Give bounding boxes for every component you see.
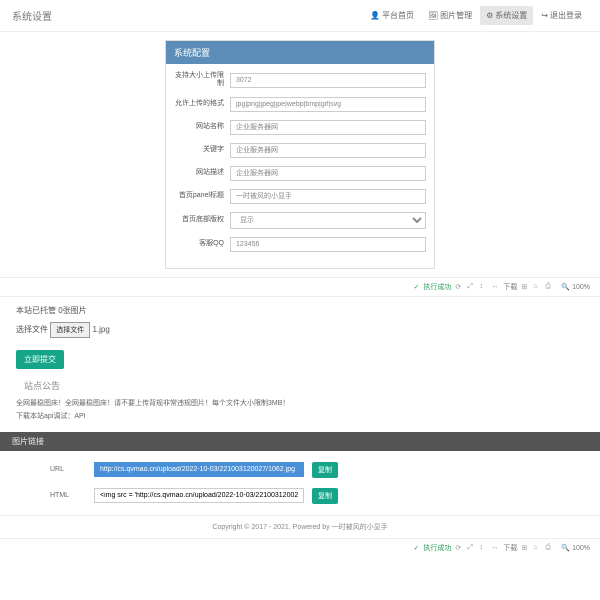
- panel-header: 系统配置: [166, 41, 434, 64]
- settings-panel: 系统配置 支持大小上传限制 允许上传的格式 网站名称 关键字 网站描述 首页pa…: [165, 40, 435, 269]
- links-bar: 图片链接: [0, 432, 600, 451]
- print-icon[interactable]: ⎙: [545, 544, 553, 552]
- logout-icon: ↪: [541, 11, 548, 20]
- choose-file-button[interactable]: 选择文件: [50, 322, 90, 338]
- copy-url-button[interactable]: 复制: [312, 462, 338, 478]
- status-text: 执行成功: [423, 543, 451, 553]
- download-label: 下载: [503, 282, 517, 292]
- expand-icon[interactable]: ⤢: [467, 283, 475, 291]
- nav-home[interactable]: 👤平台首页: [364, 6, 420, 25]
- url-input[interactable]: [94, 462, 304, 477]
- hosting-section: 本站已托管 0张图片 选择文件 选择文件 1.jpg 立即提交 站点公告 全网最…: [0, 296, 600, 432]
- choose-label: 选择文件: [16, 325, 48, 334]
- field-label: 关键字: [174, 146, 230, 154]
- print-icon[interactable]: ⎙: [545, 283, 553, 291]
- check-icon: ✓: [414, 283, 420, 291]
- panel-body: 支持大小上传限制 允许上传的格式 网站名称 关键字 网站描述 首页panel标题…: [166, 64, 434, 268]
- html-row: HTML 复制: [0, 483, 600, 509]
- announce-title: 站点公告: [24, 379, 584, 392]
- field-label: 网站名称: [174, 123, 230, 131]
- nav-label: 平台首页: [382, 10, 414, 21]
- qq-input[interactable]: [230, 237, 426, 252]
- hosting-count: 本站已托管 0张图片: [16, 305, 584, 316]
- check-icon: ✓: [414, 544, 420, 552]
- url-label: URL: [50, 466, 86, 473]
- field-label: 网站描述: [174, 169, 230, 177]
- home-icon[interactable]: ⌂: [533, 283, 541, 291]
- topbar: 系统设置 👤平台首页 🖼图片管理 ⚙系统设置 ↪退出登录: [0, 0, 600, 32]
- nav-label: 退出登录: [550, 10, 582, 21]
- file-hint: 1.jpg: [92, 325, 109, 334]
- zoom-level: 100%: [572, 284, 590, 291]
- nav-images[interactable]: 🖼图片管理: [422, 6, 478, 25]
- nav-settings[interactable]: ⚙系统设置: [480, 6, 533, 25]
- grid-icon[interactable]: ⊞: [521, 544, 529, 552]
- top-nav: 👤平台首页 🖼图片管理 ⚙系统设置 ↪退出登录: [364, 6, 588, 25]
- announce-line: 下载本站api调试：API: [16, 411, 584, 421]
- field-label: 客服QQ: [174, 240, 230, 248]
- keywords-input[interactable]: [230, 143, 426, 158]
- nav-label: 图片管理: [440, 10, 472, 21]
- copyright-select[interactable]: 显示: [230, 212, 426, 229]
- field-label: 首页panel标题: [174, 192, 230, 200]
- url-row: URL 复制: [0, 457, 600, 483]
- panel-title-input[interactable]: [230, 189, 426, 204]
- resize-v-icon[interactable]: ↕: [479, 544, 487, 552]
- site-desc-input[interactable]: [230, 166, 426, 181]
- field-label: 允许上传的格式: [174, 100, 230, 108]
- download-label: 下载: [503, 543, 517, 553]
- copy-html-button[interactable]: 复制: [312, 488, 338, 504]
- grid-icon[interactable]: ⊞: [521, 283, 529, 291]
- zoom-level: 100%: [572, 545, 590, 552]
- upload-button[interactable]: 立即提交: [16, 350, 64, 369]
- html-label: HTML: [50, 492, 86, 499]
- site-name-input[interactable]: [230, 120, 426, 135]
- result-toolbar-2: ✓ 执行成功 ⟳ ⤢ ↕ ↔ 下载 ⊞ ⌂ ⎙ 🔍 100%: [0, 538, 600, 557]
- status-text: 执行成功: [423, 282, 451, 292]
- size-limit-input[interactable]: [230, 73, 426, 88]
- announce-line: 全网最稳图床！全网最稳图床！请不要上传背规非常违规图片！每个文件大小限制3MB！: [16, 398, 584, 408]
- nav-logout[interactable]: ↪退出登录: [535, 6, 588, 25]
- field-label: 首页底部版权: [174, 216, 230, 224]
- footer: Copyright © 2017 - 2021. Powered by 一时被风…: [0, 515, 600, 538]
- refresh-icon[interactable]: ⟳: [455, 544, 463, 552]
- refresh-icon[interactable]: ⟳: [455, 283, 463, 291]
- gear-icon: ⚙: [486, 11, 493, 20]
- field-label: 支持大小上传限制: [174, 72, 230, 89]
- home-icon[interactable]: ⌂: [533, 544, 541, 552]
- expand-icon[interactable]: ⤢: [467, 544, 475, 552]
- resize-h-icon[interactable]: ↔: [491, 544, 499, 552]
- page-title: 系统设置: [12, 8, 52, 23]
- html-input[interactable]: [94, 488, 304, 503]
- nav-label: 系统设置: [495, 10, 527, 21]
- result-toolbar: ✓ 执行成功 ⟳ ⤢ ↕ ↔ 下载 ⊞ ⌂ ⎙ 🔍 100%: [0, 277, 600, 296]
- image-icon: 🖼: [428, 11, 438, 20]
- resize-v-icon[interactable]: ↕: [479, 283, 487, 291]
- resize-h-icon[interactable]: ↔: [491, 283, 499, 291]
- user-icon: 👤: [370, 11, 380, 20]
- formats-input[interactable]: [230, 97, 426, 112]
